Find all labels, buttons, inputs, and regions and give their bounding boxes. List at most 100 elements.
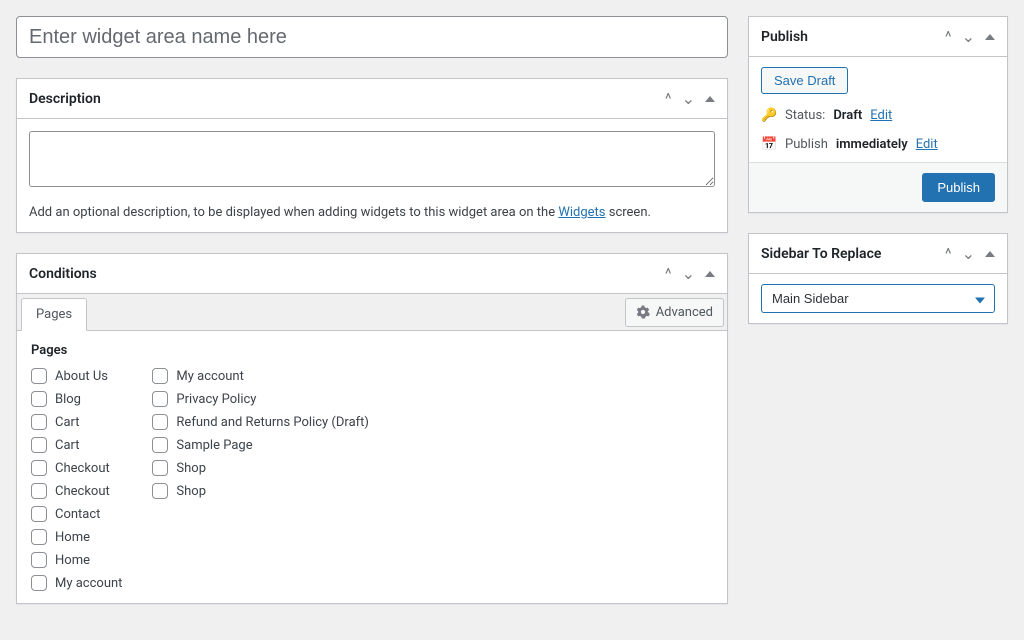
page-checkbox-row[interactable]: Cart — [31, 414, 122, 430]
page-checkbox-row[interactable]: Sample Page — [152, 437, 369, 453]
advanced-button[interactable]: Advanced — [625, 298, 724, 327]
checkbox[interactable] — [31, 529, 47, 545]
widget-area-title-input[interactable] — [16, 16, 728, 58]
page-label: Contact — [55, 507, 100, 522]
checkbox[interactable] — [152, 414, 168, 430]
pages-column-2: My account Privacy Policy Refund and Retur… — [152, 368, 369, 591]
page-label: Cart — [55, 438, 80, 453]
page-checkbox-row[interactable]: Checkout — [31, 483, 122, 499]
page-label: My account — [55, 576, 122, 591]
description-heading: Description — [29, 91, 101, 107]
edit-schedule-link[interactable]: Edit — [916, 137, 938, 152]
gear-icon — [636, 305, 650, 319]
page-label: Shop — [176, 461, 206, 476]
page-label: Checkout — [55, 461, 110, 476]
description-note-prefix: Add an optional description, to be displ… — [29, 205, 558, 220]
page-label: Home — [55, 530, 90, 545]
page-label: Checkout — [55, 484, 110, 499]
checkbox[interactable] — [31, 552, 47, 568]
publish-footer: Publish — [749, 162, 1007, 212]
save-draft-button[interactable]: Save Draft — [761, 67, 848, 94]
page-checkbox-row[interactable]: Shop — [152, 483, 369, 499]
page-checkbox-row[interactable]: My account — [152, 368, 369, 384]
pin-icon: 🔑 — [761, 108, 777, 123]
page-checkbox-row[interactable]: Shop — [152, 460, 369, 476]
page-label: Sample Page — [176, 438, 252, 453]
sidebar-replace-heading: Sidebar To Replace — [761, 246, 881, 262]
checkbox[interactable] — [31, 368, 47, 384]
conditions-header: Conditions ^ ⌄ — [17, 254, 727, 294]
calendar-icon: 📅 — [761, 137, 777, 152]
checkbox[interactable] — [152, 483, 168, 499]
collapse-icon[interactable] — [705, 96, 715, 102]
description-header: Description ^ ⌄ — [17, 79, 727, 119]
checkbox[interactable] — [31, 483, 47, 499]
checkbox[interactable] — [31, 437, 47, 453]
page-label: Blog — [55, 392, 81, 407]
checkbox[interactable] — [152, 437, 168, 453]
pages-column-1: About Us Blog Cart Cart Checkout Checkout Cont… — [31, 368, 122, 591]
page-checkbox-row[interactable]: About Us — [31, 368, 122, 384]
conditions-tabs: Pages Advanced — [17, 294, 727, 331]
chevron-up-icon[interactable]: ^ — [665, 91, 672, 107]
status-row: 🔑 Status: Draft Edit — [761, 108, 995, 123]
collapse-icon[interactable] — [705, 271, 715, 277]
collapse-icon[interactable] — [985, 34, 995, 40]
status-value: Draft — [833, 108, 862, 123]
sidebar-select[interactable]: Main Sidebar — [761, 284, 995, 313]
chevron-down-icon[interactable]: ⌄ — [682, 266, 695, 282]
checkbox[interactable] — [31, 414, 47, 430]
description-note: Add an optional description, to be displ… — [29, 205, 715, 220]
chevron-down-icon[interactable]: ⌄ — [962, 246, 975, 262]
status-label: Status: — [785, 108, 825, 123]
checkbox[interactable] — [152, 391, 168, 407]
description-box: Description ^ ⌄ Add an optional descript… — [16, 78, 728, 233]
page-checkbox-row[interactable]: My account — [31, 575, 122, 591]
publish-box: Publish ^ ⌄ Save Draft 🔑 Status: Draft E… — [748, 16, 1008, 213]
chevron-down-icon[interactable]: ⌄ — [682, 91, 695, 107]
page-checkbox-row[interactable]: Contact — [31, 506, 122, 522]
description-textarea[interactable] — [29, 131, 715, 187]
page-label: Home — [55, 553, 90, 568]
page-checkbox-row[interactable]: Blog — [31, 391, 122, 407]
page-label: Shop — [176, 484, 206, 499]
checkbox[interactable] — [152, 460, 168, 476]
chevron-up-icon[interactable]: ^ — [945, 29, 952, 45]
page-label: Privacy Policy — [176, 392, 256, 407]
page-checkbox-row[interactable]: Checkout — [31, 460, 122, 476]
page-label: About Us — [55, 369, 108, 384]
page-label: Refund and Returns Policy (Draft) — [176, 415, 369, 430]
page-checkbox-row[interactable]: Privacy Policy — [152, 391, 369, 407]
chevron-up-icon[interactable]: ^ — [665, 266, 672, 282]
page-checkbox-row[interactable]: Cart — [31, 437, 122, 453]
sidebar-replace-box: Sidebar To Replace ^ ⌄ Main Sidebar — [748, 233, 1008, 324]
publish-button[interactable]: Publish — [922, 173, 995, 202]
edit-status-link[interactable]: Edit — [870, 108, 892, 123]
advanced-label: Advanced — [656, 305, 713, 320]
conditions-heading: Conditions — [29, 266, 97, 282]
pages-heading: Pages — [31, 343, 713, 358]
page-label: Cart — [55, 415, 80, 430]
chevron-down-icon[interactable]: ⌄ — [962, 29, 975, 45]
publish-heading: Publish — [761, 29, 808, 45]
sidebar-replace-header: Sidebar To Replace ^ ⌄ — [749, 234, 1007, 274]
description-note-suffix: screen. — [606, 205, 651, 220]
page-checkbox-row[interactable]: Home — [31, 552, 122, 568]
widgets-link[interactable]: Widgets — [558, 205, 605, 220]
chevron-up-icon[interactable]: ^ — [945, 246, 952, 262]
collapse-icon[interactable] — [985, 251, 995, 257]
page-label: My account — [176, 369, 243, 384]
schedule-value: immediately — [836, 137, 908, 152]
page-checkbox-row[interactable]: Home — [31, 529, 122, 545]
schedule-row: 📅 Publish immediately Edit — [761, 137, 995, 152]
checkbox[interactable] — [152, 368, 168, 384]
page-checkbox-row[interactable]: Refund and Returns Policy (Draft) — [152, 414, 369, 430]
checkbox[interactable] — [31, 575, 47, 591]
conditions-box: Conditions ^ ⌄ Pages Advanced Pa — [16, 253, 728, 604]
schedule-label: Publish — [785, 137, 828, 152]
tab-pages[interactable]: Pages — [21, 298, 87, 331]
checkbox[interactable] — [31, 460, 47, 476]
publish-header: Publish ^ ⌄ — [749, 17, 1007, 57]
checkbox[interactable] — [31, 506, 47, 522]
checkbox[interactable] — [31, 391, 47, 407]
